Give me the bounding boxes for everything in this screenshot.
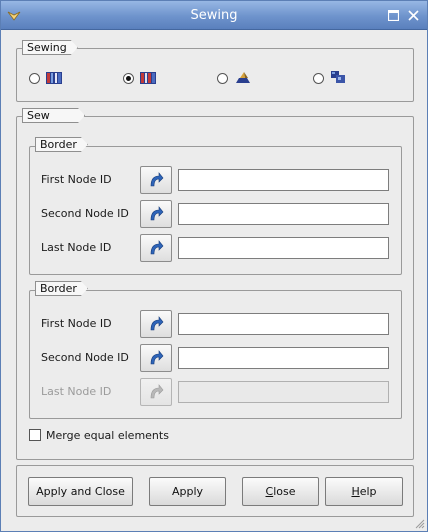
radio-free-borders[interactable] bbox=[29, 73, 40, 84]
radio-conform-free-borders[interactable] bbox=[123, 73, 134, 84]
border1-second-node-label: Second Node ID bbox=[41, 207, 129, 220]
border2-label: Border 2 bbox=[35, 281, 88, 296]
border2-second-node-select-button[interactable] bbox=[140, 344, 172, 372]
radio-side-elements[interactable] bbox=[313, 73, 324, 84]
border1-first-node-select-button[interactable] bbox=[140, 166, 172, 194]
border1-second-node-input[interactable] bbox=[179, 204, 388, 224]
sewing-group-label: Sewing bbox=[22, 40, 78, 55]
resize-grip-icon[interactable] bbox=[413, 517, 425, 529]
maximize-button[interactable] bbox=[385, 7, 401, 23]
border2-first-node-label: First Node ID bbox=[41, 317, 112, 330]
select-arrow-icon bbox=[150, 206, 164, 221]
close-button[interactable]: Close bbox=[242, 477, 319, 506]
select-arrow-icon bbox=[150, 316, 164, 331]
apply-and-close-button[interactable]: Apply and Close bbox=[28, 477, 133, 506]
sew-free-borders-icon bbox=[46, 72, 62, 84]
border1-last-node-input[interactable] bbox=[179, 238, 388, 258]
close-icon bbox=[407, 9, 419, 21]
sewing-mode-group bbox=[16, 48, 414, 102]
border2-second-node-field[interactable] bbox=[178, 347, 389, 369]
radio-border-to-side[interactable] bbox=[217, 73, 228, 84]
border2-second-node-input[interactable] bbox=[179, 348, 388, 368]
border1-first-node-field[interactable] bbox=[178, 169, 389, 191]
border1-label: Border 1 bbox=[35, 137, 88, 152]
sewing-dialog: Sewing Sewing Sew Conform Free Borders bbox=[0, 0, 428, 532]
border1-last-node-label: Last Node ID bbox=[41, 241, 112, 254]
help-label-rest: elp bbox=[359, 485, 377, 498]
border2-last-node-select-button[interactable] bbox=[140, 378, 172, 406]
sew-conform-free-borders-icon bbox=[140, 72, 156, 84]
border1-last-node-select-button[interactable] bbox=[140, 234, 172, 262]
border2-second-node-label: Second Node ID bbox=[41, 351, 129, 364]
border1-second-node-select-button[interactable] bbox=[140, 200, 172, 228]
merge-equal-elements-checkbox[interactable] bbox=[29, 429, 41, 441]
close-window-button[interactable] bbox=[405, 7, 421, 23]
main-group-label: Sew Conform Free Borders bbox=[22, 108, 85, 123]
maximize-icon bbox=[387, 9, 399, 21]
sew-side-elements-icon bbox=[331, 71, 345, 83]
sew-border-to-side-icon bbox=[236, 72, 250, 83]
window-title: Sewing bbox=[190, 8, 238, 23]
border2-first-node-field[interactable] bbox=[178, 313, 389, 335]
apply-button[interactable]: Apply bbox=[149, 477, 226, 506]
border1-last-node-field[interactable] bbox=[178, 237, 389, 259]
border2-last-node-input[interactable] bbox=[179, 382, 388, 402]
merge-equal-elements-label[interactable]: Merge equal elements bbox=[46, 429, 169, 442]
select-arrow-icon bbox=[150, 172, 164, 187]
select-arrow-icon bbox=[150, 384, 164, 399]
border1-first-node-label: First Node ID bbox=[41, 173, 112, 186]
border2-last-node-label: Last Node ID bbox=[41, 385, 112, 398]
border1-second-node-field[interactable] bbox=[178, 203, 389, 225]
help-mnemonic: H bbox=[351, 485, 360, 498]
border2-first-node-input[interactable] bbox=[179, 314, 388, 334]
select-arrow-icon bbox=[150, 350, 164, 365]
title-bar[interactable]: Sewing bbox=[1, 1, 427, 30]
help-button[interactable]: Help bbox=[325, 477, 403, 506]
close-mnemonic: C bbox=[265, 485, 274, 498]
border2-first-node-select-button[interactable] bbox=[140, 310, 172, 338]
border2-last-node-field[interactable] bbox=[178, 381, 389, 403]
close-label-rest: lose bbox=[273, 485, 296, 498]
select-arrow-icon bbox=[150, 240, 164, 255]
border1-first-node-input[interactable] bbox=[179, 170, 388, 190]
